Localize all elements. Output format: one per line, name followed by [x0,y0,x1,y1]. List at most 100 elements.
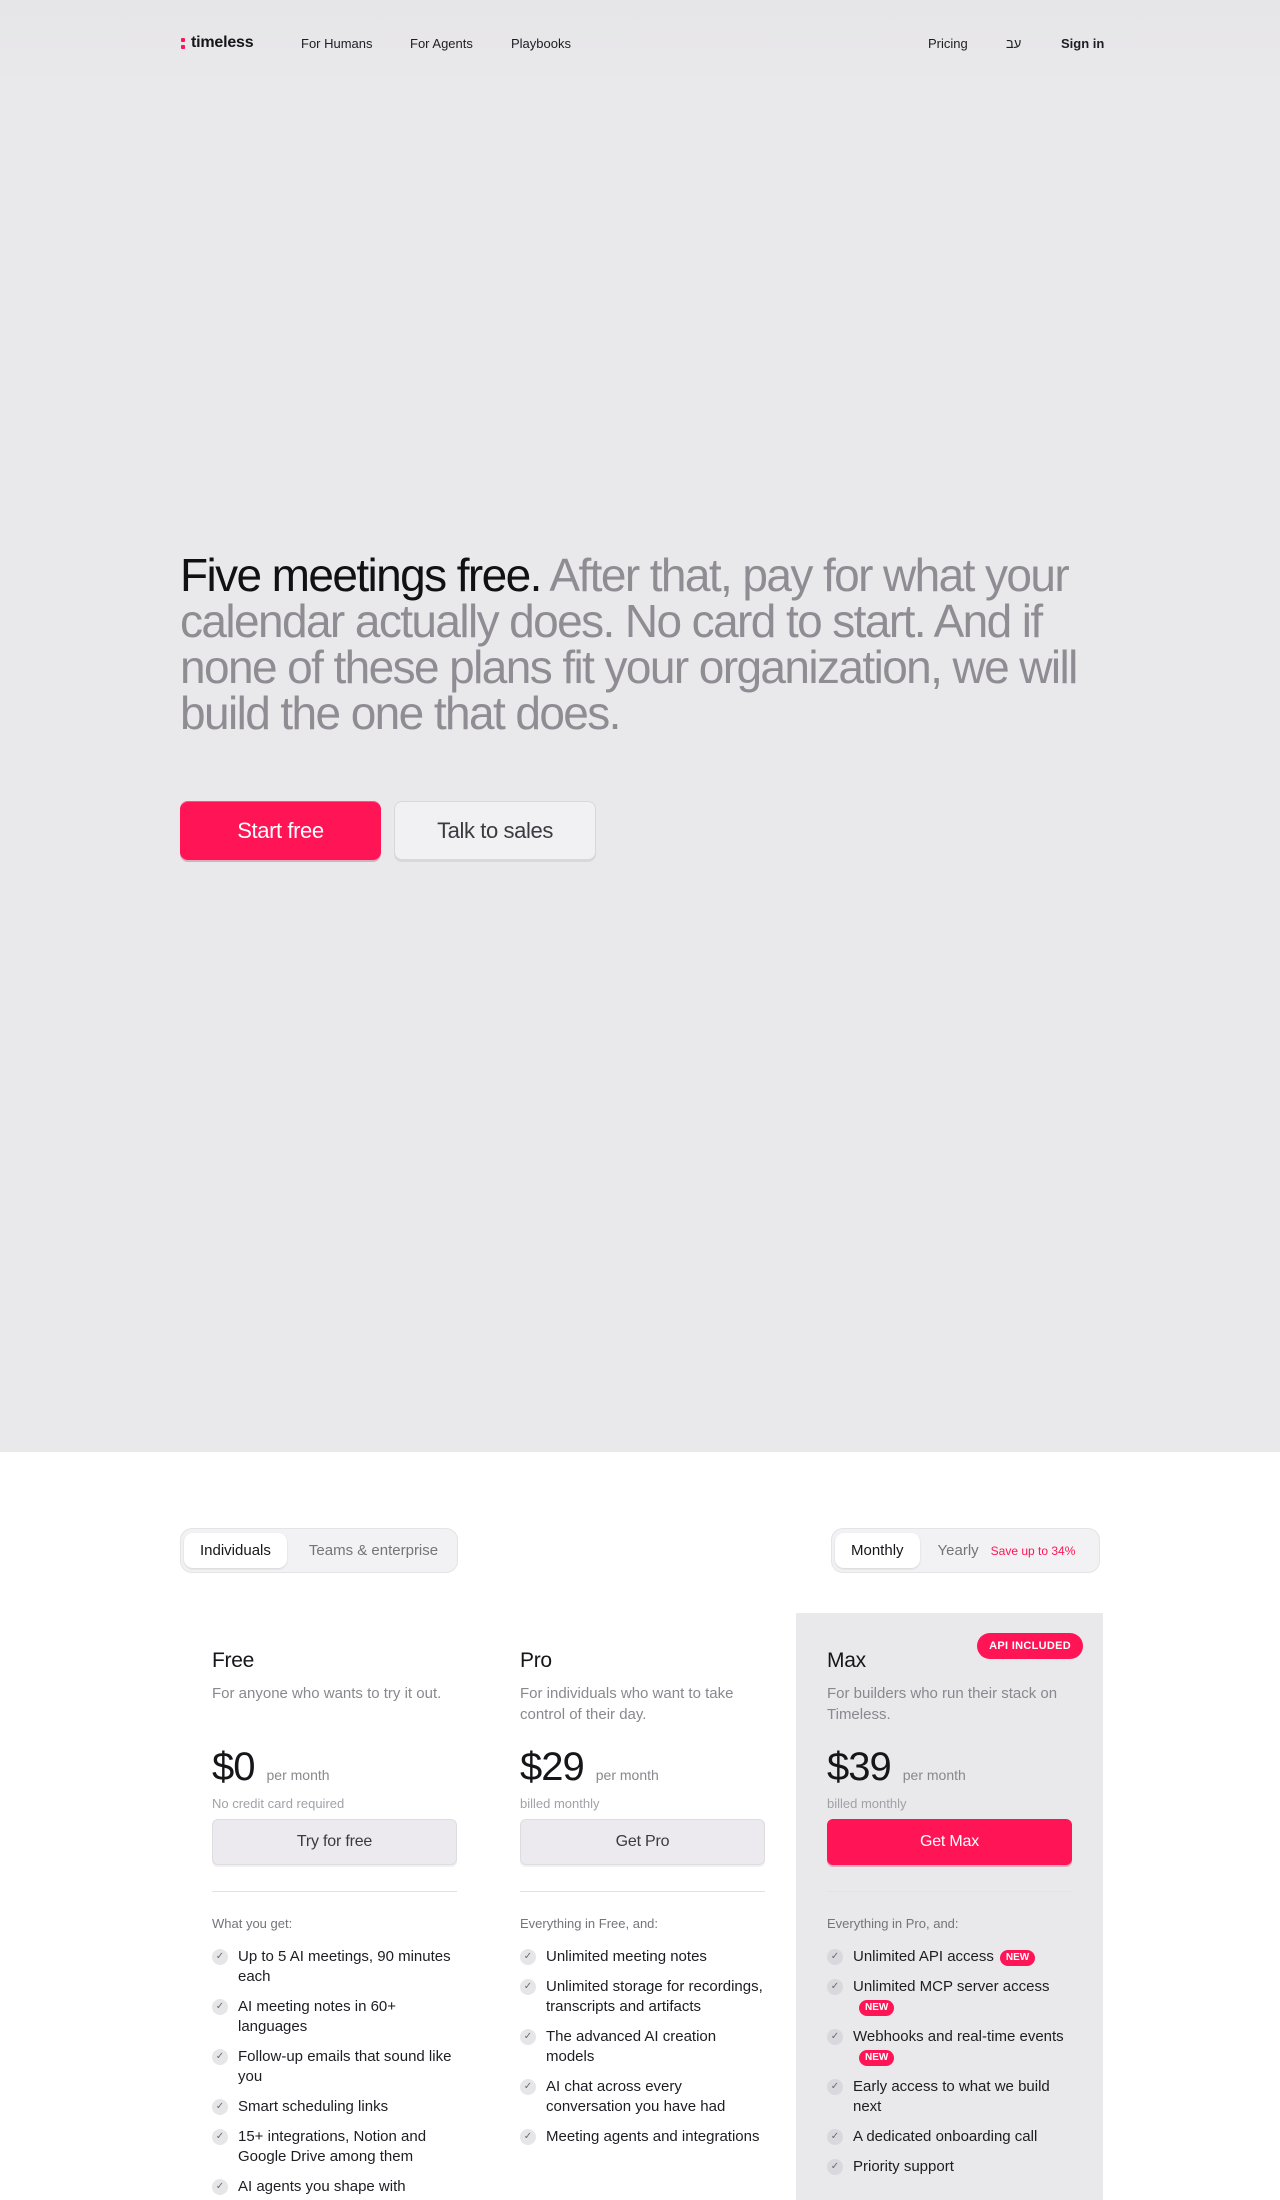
nav-link-pricing[interactable]: Pricing [928,36,968,51]
feature-text-wrap: AI meeting notes in 60+ languages [238,1997,457,2037]
check-icon: ✓ [827,2079,843,2095]
check-icon: ✓ [827,2029,843,2045]
plan-card-pro: Pro For individuals who want to take con… [489,1613,796,2200]
feature-text: Follow-up emails that sound like you [238,2048,452,2085]
feature-item: ✓ Up to 5 AI meetings, 90 minutes each [212,1947,457,1987]
feature-text: The advanced AI creation models [546,2028,717,2065]
feature-text-wrap: Webhooks and real-time events NEW [853,2027,1072,2067]
tab-individuals[interactable]: Individuals [184,1533,287,1568]
feature-text-wrap: A dedicated onboarding call [853,2127,1037,2147]
tab-monthly[interactable]: Monthly [835,1533,920,1568]
api-included-badge: API INCLUDED [977,1633,1083,1659]
price-period: per month [902,1767,966,1783]
feature-text-wrap: Unlimited MCP server access NEW [853,1977,1072,2017]
feature-text: 15+ integrations, Notion and Google Driv… [238,2128,427,2165]
billing-toggle: Monthly Yearly Save up to 34% [831,1528,1100,1573]
price-row: $39 per month [827,1745,1072,1790]
new-badge: NEW [859,2000,895,2016]
feature-text: AI meeting notes in 60+ languages [238,1998,397,2035]
nav-link-for-agents[interactable]: For Agents [410,36,473,51]
feature-text-wrap: Early access to what we build next [853,2077,1072,2117]
price-note: billed monthly [827,1796,907,1811]
price-row: $0 per month [212,1745,457,1790]
plan-price: $39 [827,1745,892,1789]
feature-text: Priority support [853,2158,954,2175]
feature-item: ✓ Unlimited storage for recordings, trans… [520,1977,765,2017]
price-note: billed monthly [520,1796,600,1811]
price-period: per month [595,1767,659,1783]
feature-text: Unlimited meeting notes [546,1948,707,1965]
feature-text: Unlimited MCP server access [853,1978,1050,1995]
check-icon: ✓ [520,1979,536,1995]
feature-text: Webhooks and real-time events [853,2028,1064,2045]
top-nav: timeless For Humans For Agents Playbooks… [0,0,1280,88]
feature-item: ✓ Unlimited API access NEW [827,1947,1072,1967]
divider [520,1891,765,1892]
feature-text-wrap: Follow-up emails that sound like you [238,2047,457,2087]
plan-description: For anyone who wants to try it out. [212,1685,442,1702]
check-icon: ✓ [520,2029,536,2045]
audience-toggle: Individuals Teams & enterprise [180,1528,459,1573]
divider [212,1891,457,1892]
feature-item: ✓ Smart scheduling links [212,2097,457,2117]
tab-yearly[interactable]: Yearly Save up to 34% [926,1533,1082,1568]
plan-description: For individuals who want to take control… [520,1685,734,1723]
plan-card-max: API INCLUDED Max For builders who run th… [796,1613,1103,2200]
feature-text-wrap: AI chat across every conversation you ha… [546,2077,765,2117]
feature-item: ✓ Follow-up emails that sound like you [212,2047,457,2087]
feature-text-wrap: Priority support [853,2157,954,2177]
new-badge: NEW [999,1950,1036,1966]
feature-text: Smart scheduling links [238,2098,389,2115]
hero-section: timeless For Humans For Agents Playbooks… [0,0,1280,1452]
headline-strong: Five meetings free. [180,549,542,601]
feature-item: ✓ Meeting agents and integrations [520,2127,765,2147]
check-icon: ✓ [827,1979,843,1995]
try-for-free-button[interactable]: Try for free [212,1819,457,1865]
check-icon: ✓ [212,2049,228,2065]
feature-item: ✓ Priority support [827,2157,1072,2177]
talk-to-sales-button[interactable]: Talk to sales [394,801,596,860]
nav-link-for-humans[interactable]: For Humans [301,36,373,51]
check-icon: ✓ [212,2099,228,2115]
tab-teams-enterprise[interactable]: Teams & enterprise [293,1533,454,1568]
check-icon: ✓ [212,2129,228,2145]
divider [827,1891,1072,1892]
timeless-logo-icon [181,37,185,49]
check-icon: ✓ [520,2129,536,2145]
feature-text: Unlimited storage for recordings, transc… [546,1978,763,2015]
feature-list: ✓ Unlimited meeting notes ✓ Unlimited stora… [520,1947,765,2147]
sign-in-link[interactable]: Sign in [1061,36,1104,51]
feature-text: Early access to what we build next [853,2078,1050,2115]
feature-list: ✓ Unlimited API access NEW ✓ Unlimited MCP s… [827,1947,1072,2177]
get-pro-button[interactable]: Get Pro [520,1819,765,1865]
price-period: per month [266,1767,330,1783]
check-icon: ✓ [212,2179,228,2195]
feature-text-wrap: 15+ integrations, Notion and Google Driv… [238,2127,457,2167]
feature-text-wrap: Smart scheduling links [238,2097,388,2117]
feature-item: ✓ Unlimited meeting notes [520,1947,765,1967]
language-switch[interactable]: עב [1006,36,1021,51]
check-icon: ✓ [212,1999,228,2015]
feature-item: ✓ A dedicated onboarding call [827,2127,1072,2147]
yearly-label: Yearly [937,1542,979,1559]
feature-list: ✓ Up to 5 AI meetings, 90 minutes each ✓ AI… [212,1947,457,2197]
check-icon: ✓ [827,2159,843,2175]
feature-text: Meeting agents and integrations [546,2128,760,2145]
feature-text-wrap: The advanced AI creation models [546,2027,765,2067]
get-max-button[interactable]: Get Max [827,1819,1072,1865]
logo-text: timeless [191,34,254,51]
start-free-button[interactable]: Start free [180,801,381,860]
feature-text-wrap: Unlimited storage for recordings, transc… [546,1977,765,2017]
feature-text-wrap: Meeting agents and integrations [546,2127,759,2147]
feature-text-wrap: Unlimited meeting notes [546,1947,707,1967]
check-icon: ✓ [212,1949,228,1965]
features-heading: What you get: [212,1916,293,1931]
feature-text-wrap: AI agents you shape with [238,2177,406,2197]
feature-item: ✓ AI agents you shape with [212,2177,457,2197]
plan-price: $0 [212,1745,255,1789]
nav-link-playbooks[interactable]: Playbooks [511,36,571,51]
feature-item: ✓ AI chat across every conversation you h… [520,2077,765,2117]
save-badge: Save up to 34% [990,1543,1076,1558]
logo[interactable]: timeless [181,34,254,52]
feature-text: A dedicated onboarding call [853,2128,1038,2145]
